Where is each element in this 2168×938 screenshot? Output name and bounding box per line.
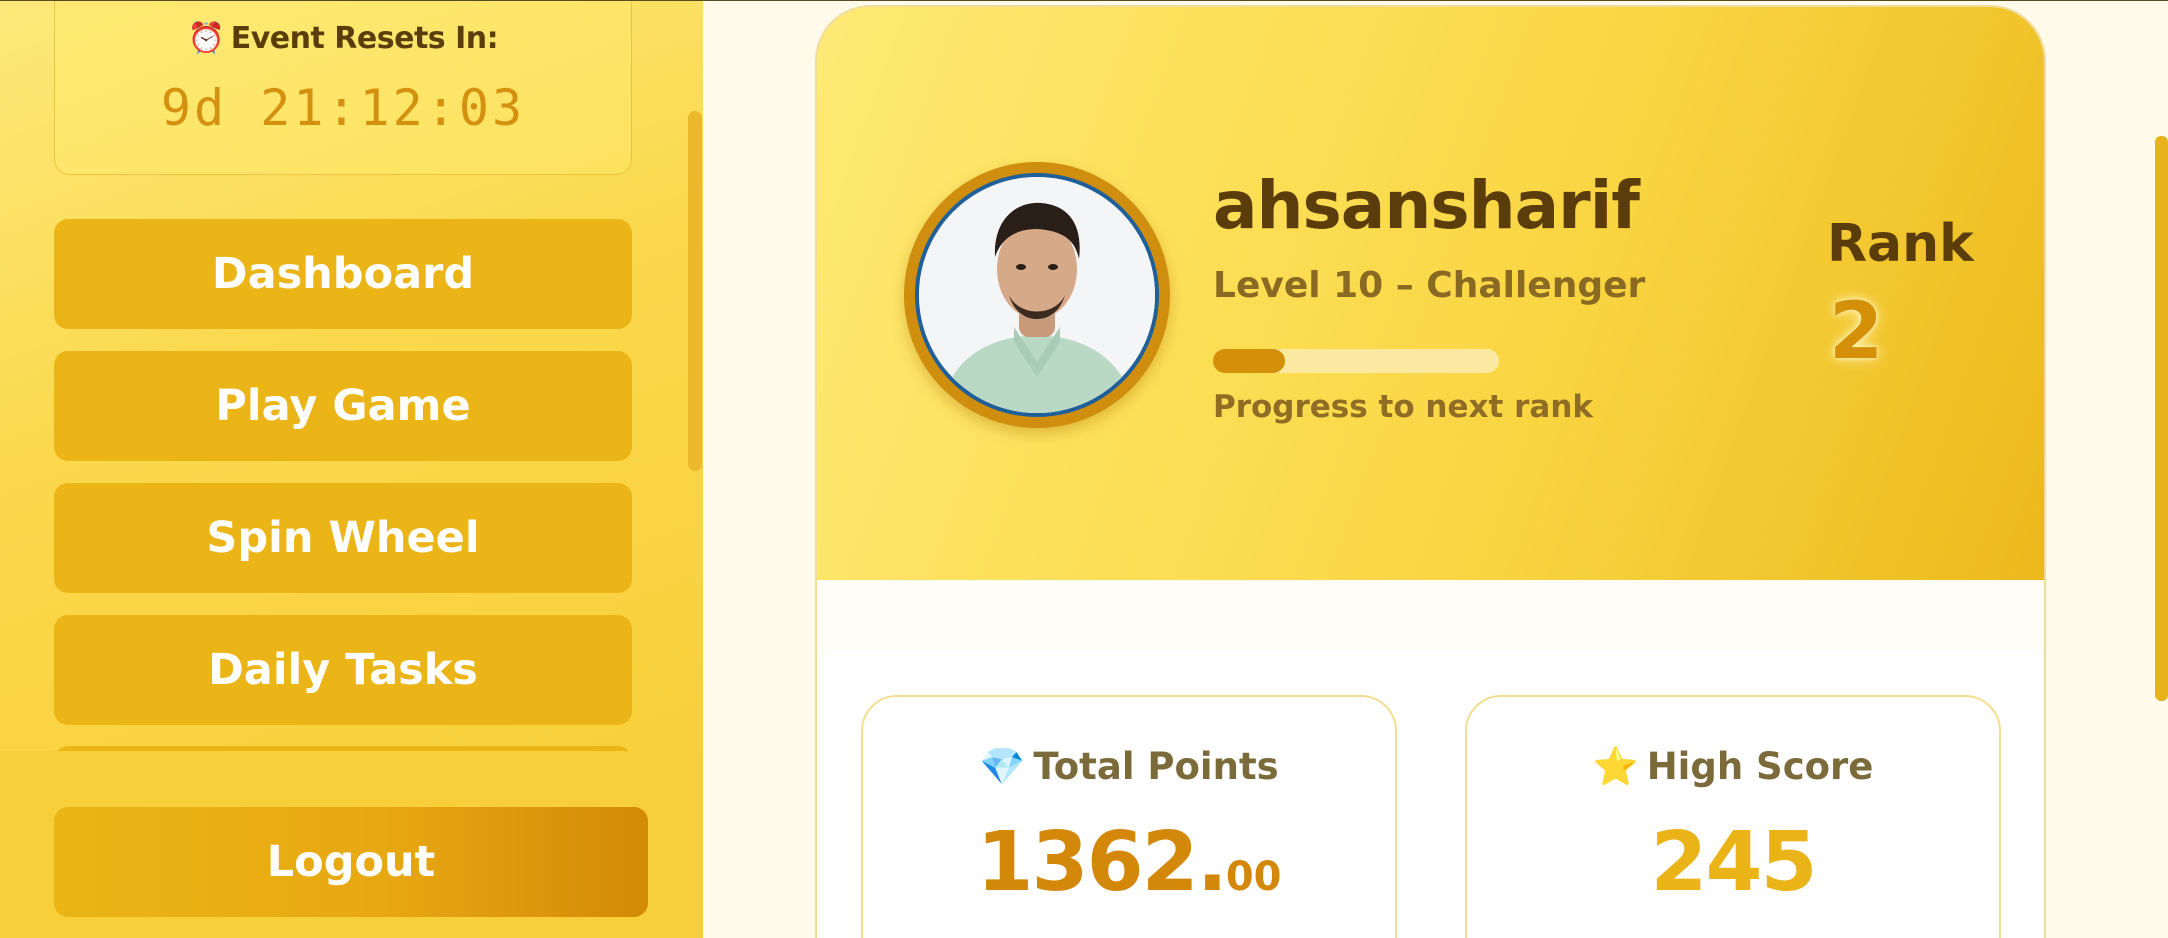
progress-label: Progress to next rank — [1213, 389, 1594, 425]
avatar — [904, 162, 1170, 428]
avatar-photo — [919, 177, 1155, 413]
timer-title: Event Resets In: — [230, 21, 499, 56]
rank-progress-bar — [1213, 349, 1499, 373]
rank-value: 2 — [1829, 287, 1884, 377]
alarm-clock-icon: ⏰ — [187, 21, 225, 56]
total-points-main: 1362. — [976, 815, 1227, 910]
sidebar: ⏰ Event Resets In: 9d 21:12:03 Dashboard … — [0, 1, 703, 938]
timer-countdown: 9d 21:12:03 — [160, 79, 526, 137]
timer-title-row: ⏰ Event Resets In: — [55, 21, 631, 56]
total-points-title: Total Points — [1033, 745, 1279, 788]
total-points-decimals: 00 — [1225, 854, 1282, 900]
user-photo-icon — [919, 177, 1155, 413]
profile-card: ahsansharif Level 10 – Challenger Progre… — [815, 5, 2046, 938]
gem-icon: 💎 — [979, 745, 1026, 788]
username: ahsansharif — [1213, 167, 1640, 244]
total-points-card: 💎 Total Points 1362.00 — [861, 695, 1397, 938]
high-score-card: ⭐ High Score 245 — [1465, 695, 2001, 938]
page-scrollbar[interactable] — [2155, 136, 2168, 701]
high-score-title: High Score — [1646, 745, 1874, 788]
sidebar-scrollbar[interactable] — [688, 111, 702, 471]
total-points-value: 1362.00 — [863, 815, 1395, 910]
event-timer: ⏰ Event Resets In: 9d 21:12:03 — [54, 1, 632, 175]
nav-dashboard-button[interactable]: Dashboard — [54, 219, 632, 329]
star-icon: ⭐ — [1592, 745, 1639, 788]
nav-daily-tasks-button[interactable]: Daily Tasks — [54, 615, 632, 725]
avatar-border — [915, 173, 1159, 417]
rank-label: Rank — [1827, 214, 1974, 274]
nav-play-game-button[interactable]: Play Game — [54, 351, 632, 461]
profile-hero: ahsansharif Level 10 – Challenger Progre… — [817, 7, 2044, 580]
logout-button[interactable]: Logout — [54, 807, 648, 917]
rank-progress-fill — [1213, 349, 1285, 373]
level-label: Level 10 – Challenger — [1213, 265, 1646, 306]
total-points-title-row: 💎 Total Points — [863, 745, 1395, 789]
nav-spin-wheel-button[interactable]: Spin Wheel — [54, 483, 632, 593]
high-score-title-row: ⭐ High Score — [1467, 745, 1999, 789]
card-divider-band — [817, 580, 2044, 650]
high-score-value: 245 — [1650, 815, 1817, 910]
